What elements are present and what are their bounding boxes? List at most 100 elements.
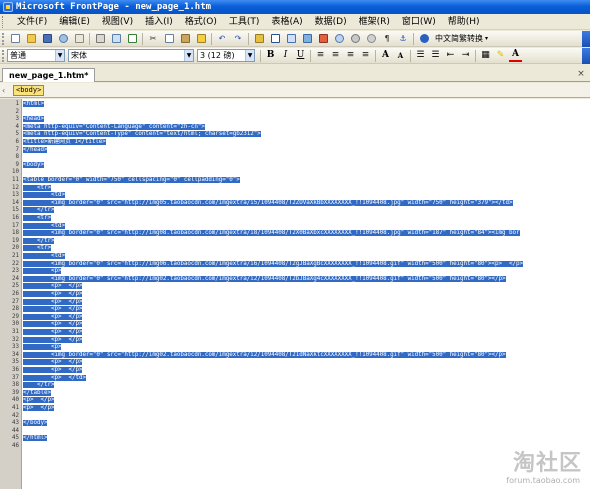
code-line[interactable]: </head>: [23, 146, 48, 155]
italic-icon[interactable]: I: [279, 49, 292, 62]
insert-table-icon[interactable]: [268, 32, 282, 45]
insert-picture-icon[interactable]: [300, 32, 314, 45]
menubar-grip-icon[interactable]: [2, 15, 5, 28]
format-painter-icon[interactable]: [194, 32, 208, 45]
close-icon[interactable]: ×: [576, 69, 586, 79]
code-line[interactable]: <p> </td>: [23, 374, 86, 383]
code-line[interactable]: <p> </p>: [23, 283, 83, 291]
insert-layer-icon[interactable]: [284, 32, 298, 45]
undo-icon[interactable]: ↶: [215, 32, 229, 45]
menu-window[interactable]: 窗口(W): [396, 15, 442, 29]
menu-format[interactable]: 格式(O): [179, 15, 223, 29]
code-line[interactable]: </tr>: [23, 207, 55, 215]
menu-edit[interactable]: 编辑(E): [53, 15, 96, 29]
web-component-icon[interactable]: [252, 32, 266, 45]
bold-icon[interactable]: B: [264, 49, 277, 62]
code-line[interactable]: <body>: [23, 161, 44, 170]
show-all-icon[interactable]: ¶: [380, 32, 394, 45]
highlight-icon[interactable]: ✎: [494, 49, 507, 62]
align-right-icon[interactable]: ≡: [344, 49, 357, 62]
code-line[interactable]: <p> </p>: [23, 367, 83, 375]
align-center-icon[interactable]: ≡: [329, 49, 342, 62]
quick-tag-body[interactable]: <body>: [13, 84, 45, 96]
menu-view[interactable]: 视图(V): [96, 15, 139, 29]
decrease-font-icon[interactable]: A: [394, 49, 407, 62]
menu-help[interactable]: 帮助(H): [442, 15, 486, 29]
code-line[interactable]: <img border="0" src="http://img02.taobao…: [23, 275, 506, 284]
code-line[interactable]: <p> </p>: [23, 291, 83, 299]
redo-icon[interactable]: ↷: [231, 32, 245, 45]
menu-tools[interactable]: 工具(T): [223, 15, 266, 29]
font-size-select[interactable]: 3 (12 磅) ▼: [197, 49, 255, 62]
code-line[interactable]: </table>: [23, 389, 51, 398]
code-line[interactable]: <p> </p>: [23, 321, 83, 329]
refresh-icon[interactable]: [348, 32, 362, 45]
chevron-left-icon[interactable]: ‹: [2, 86, 10, 95]
code-line[interactable]: <meta http-equiv="Content-Language" cont…: [23, 123, 205, 132]
code-line[interactable]: <meta http-equiv="Content-Type" content=…: [23, 131, 261, 139]
preview-icon[interactable]: [109, 32, 123, 45]
style-select[interactable]: 普通 ▼: [7, 49, 65, 62]
code-line[interactable]: </tr>: [23, 382, 55, 390]
toolbar-options-icon[interactable]: [582, 48, 590, 64]
code-line[interactable]: <tr>: [23, 184, 51, 193]
menu-file[interactable]: 文件(F): [11, 15, 53, 29]
code-line[interactable]: </tr>: [23, 237, 55, 246]
toolbar-options-icon[interactable]: [582, 31, 590, 47]
code-line[interactable]: <p> </p>: [23, 359, 83, 367]
font-select[interactable]: 宋体 ▼: [68, 49, 194, 62]
code-line[interactable]: <p> </p>: [23, 329, 83, 337]
open-folder-icon[interactable]: [24, 32, 38, 45]
menu-table[interactable]: 表格(A): [265, 15, 308, 29]
code-editor[interactable]: 1 2 3 4 5 6 7 8 9 10 11 12 13 14 15 16 17 18 19 20 21 22 23 24 2…: [0, 99, 590, 489]
code-line[interactable]: <head>: [23, 116, 44, 124]
menu-frames[interactable]: 框架(R): [353, 15, 396, 29]
tab-new-page[interactable]: new_page_1.htm*: [2, 68, 96, 82]
code-line[interactable]: </body>: [23, 420, 48, 428]
drawing-icon[interactable]: [316, 32, 330, 45]
email-icon[interactable]: [72, 32, 86, 45]
code-line[interactable]: <img border="0" src="http://img08.taobao…: [23, 230, 520, 238]
spelling-icon[interactable]: [125, 32, 139, 45]
code-line[interactable]: <p> </p>: [23, 306, 83, 314]
stop-icon[interactable]: [364, 32, 378, 45]
code-line[interactable]: <p>: [23, 344, 62, 352]
font-color-icon[interactable]: A: [509, 49, 522, 62]
search-icon[interactable]: [56, 32, 70, 45]
code-line[interactable]: <img border="0" src="http://img06.taobao…: [23, 260, 523, 269]
toolbar-grip-icon[interactable]: [2, 32, 5, 45]
code-line[interactable]: <p> </p>: [23, 298, 83, 307]
code-line[interactable]: <img border="0" src="http://img05.taobao…: [23, 199, 513, 208]
print-icon[interactable]: [93, 32, 107, 45]
code-line[interactable]: <td>: [23, 222, 65, 231]
paste-icon[interactable]: [178, 32, 192, 45]
code-area[interactable]: <html> <head> <meta http-equiv="Content-La…: [23, 101, 590, 489]
code-line[interactable]: </html>: [23, 435, 48, 443]
align-left-icon[interactable]: ≡: [314, 49, 327, 62]
increase-indent-icon[interactable]: ⇥: [459, 49, 472, 62]
save-icon[interactable]: [40, 32, 54, 45]
increase-font-icon[interactable]: A: [379, 49, 392, 62]
bullets-icon[interactable]: ☰: [429, 49, 442, 62]
code-line[interactable]: <td>: [23, 253, 65, 261]
translate-button[interactable]: 中文简繁转换 ▾: [432, 32, 491, 45]
menu-data[interactable]: 数据(D): [309, 15, 353, 29]
justify-icon[interactable]: ≡: [359, 49, 372, 62]
code-line[interactable]: <tr>: [23, 245, 51, 253]
code-line[interactable]: <p> </p>: [23, 405, 55, 413]
code-line[interactable]: <p> </p>: [23, 336, 83, 345]
hyperlink-icon[interactable]: [332, 32, 346, 45]
help-icon[interactable]: [417, 32, 431, 45]
code-line[interactable]: <p> </p>: [23, 313, 83, 322]
decrease-indent-icon[interactable]: ⇤: [444, 49, 457, 62]
menu-insert[interactable]: 插入(I): [139, 15, 179, 29]
code-line[interactable]: <p> </p>: [23, 397, 55, 405]
numbering-icon[interactable]: ☰: [414, 49, 427, 62]
cut-icon[interactable]: ✂: [146, 32, 160, 45]
code-line[interactable]: <table border="0" width="750" cellspacin…: [23, 177, 240, 185]
code-line[interactable]: <title>新建网页 1</title>: [23, 139, 106, 147]
toolbar-grip-icon[interactable]: [2, 49, 5, 62]
borders-icon[interactable]: ▦: [479, 49, 492, 62]
code-line[interactable]: <p>: [23, 268, 62, 276]
new-page-icon[interactable]: [8, 32, 22, 45]
